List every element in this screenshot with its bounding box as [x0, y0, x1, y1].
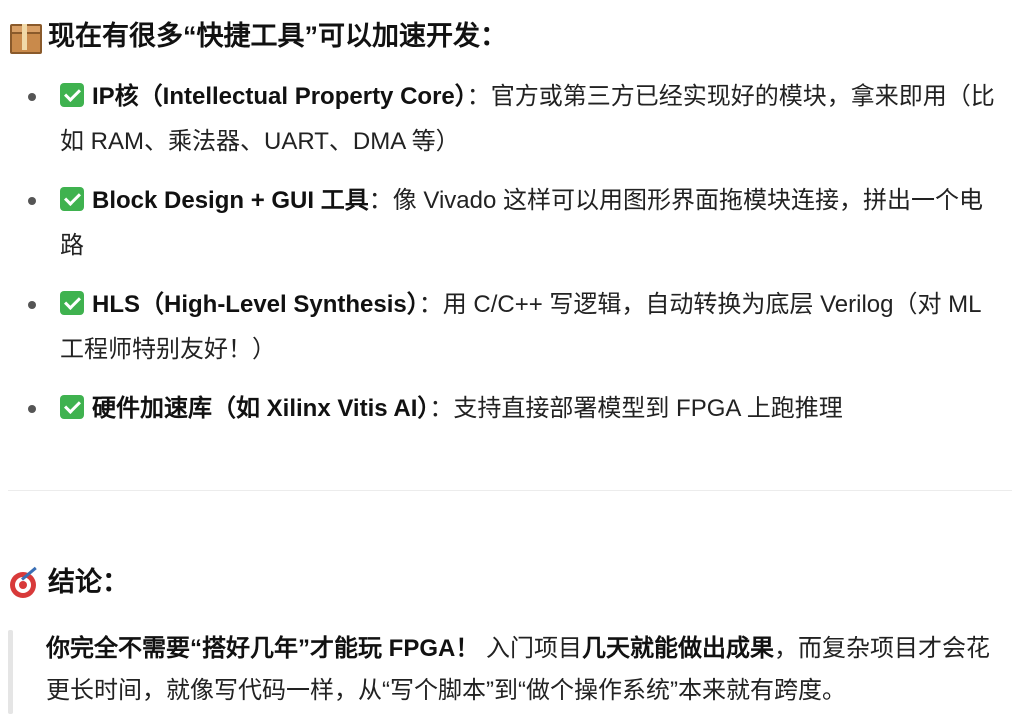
item-title: 硬件加速库（如 Xilinx Vitis AI）: [92, 395, 430, 422]
feature-list: IP核（Intellectual Property Core）：官方或第三方已经…: [0, 74, 1004, 445]
section-title: 现在有很多“快捷工具”可以加速开发：: [48, 21, 507, 51]
item-title: IP核（Intellectual Property Core）: [92, 83, 467, 110]
conclusion-blockquote: 你完全不需要“搭好几年”才能玩 FPGA！ 入门项目几天就能做出成果，而复杂项目…: [8, 628, 1004, 714]
check-mark-icon: [60, 395, 84, 419]
list-item: HLS（High-Level Synthesis）：用 C/C++ 写逻辑，自动…: [0, 282, 1004, 372]
section-heading-tools: 现在有很多“快捷工具”可以加速开发：: [8, 16, 507, 56]
blockquote-bar: [8, 630, 13, 714]
bullet-icon: [28, 301, 36, 309]
check-mark-icon: [60, 291, 84, 315]
item-title: Block Design + GUI 工具: [92, 187, 369, 214]
section-heading-conclusion: 结论：: [8, 562, 129, 602]
package-icon: [8, 20, 42, 54]
item-title: HLS（High-Level Synthesis）: [92, 291, 419, 318]
horizontal-divider: [8, 490, 1012, 491]
check-mark-icon: [60, 187, 84, 211]
check-mark-icon: [60, 83, 84, 107]
list-item: IP核（Intellectual Property Core）：官方或第三方已经…: [0, 74, 1004, 164]
conclusion-text-1: 入门项目: [479, 635, 583, 662]
conclusion-strong-2: 几天就能做出成果: [582, 635, 775, 662]
conclusion-strong-1: 你完全不需要“搭好几年”才能玩 FPGA！: [46, 635, 480, 662]
item-description: ：支持直接部署模型到 FPGA 上跑推理: [429, 395, 843, 422]
section-title: 结论：: [48, 567, 129, 597]
list-item: Block Design + GUI 工具：像 Vivado 这样可以用图形界面…: [0, 178, 1004, 268]
bullet-icon: [28, 93, 36, 101]
bullet-icon: [28, 197, 36, 205]
bullet-icon: [28, 405, 36, 413]
target-icon: [8, 566, 40, 598]
list-item: 硬件加速库（如 Xilinx Vitis AI）：支持直接部署模型到 FPGA …: [0, 386, 1004, 431]
